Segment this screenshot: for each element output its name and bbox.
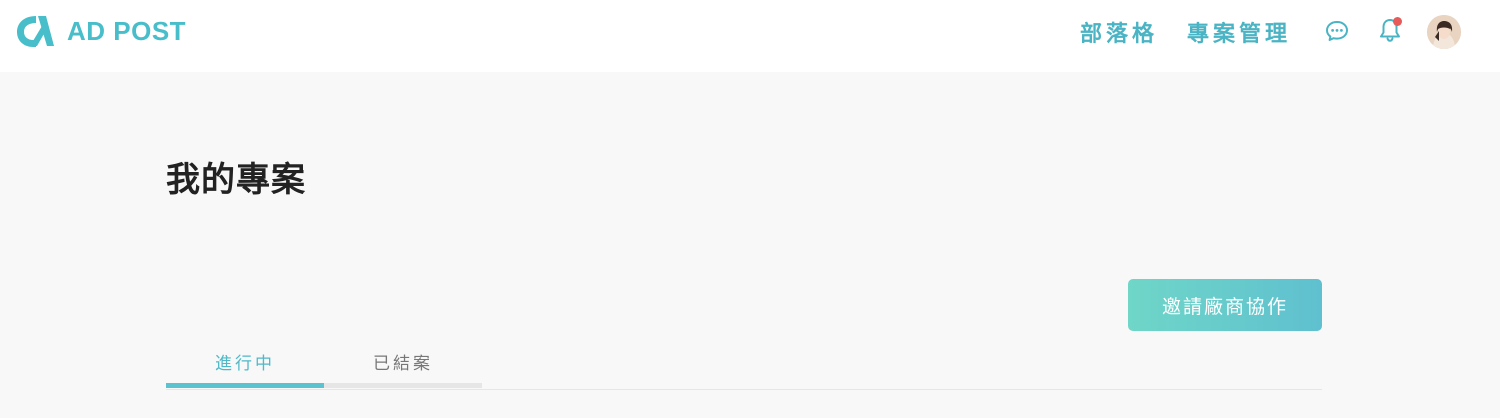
project-status-tabs: 進行中 已結案 <box>166 350 1322 390</box>
top-navbar: AD POST 部落格 專案管理 <box>0 0 1500 72</box>
tab-closed[interactable]: 已結案 <box>324 350 482 388</box>
tab-in-progress[interactable]: 進行中 <box>166 350 324 388</box>
chat-bubble-icon[interactable] <box>1325 20 1349 42</box>
avatar[interactable] <box>1427 15 1461 49</box>
page-title: 我的專案 <box>166 160 306 200</box>
invite-vendor-button[interactable]: 邀請廠商協作 <box>1128 279 1322 331</box>
nav-link-project-management[interactable]: 專案管理 <box>1187 16 1291 48</box>
logo-link[interactable]: AD POST <box>14 13 186 49</box>
nav-link-blog[interactable]: 部落格 <box>1080 16 1158 48</box>
logo-icon <box>17 16 54 47</box>
notification-dot <box>1393 17 1402 26</box>
logo-text: AD POST <box>67 15 187 46</box>
